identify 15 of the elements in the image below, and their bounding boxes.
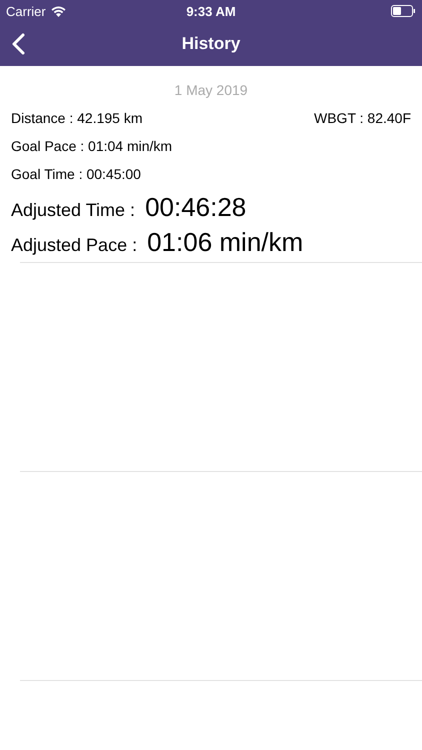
adjusted-time-label: Adjusted Time : — [11, 200, 136, 221]
chevron-left-icon — [12, 33, 25, 55]
adjusted-pace-value: 01:06 min/km — [147, 227, 304, 258]
goal-time-text: Goal Time : 00:45:00 — [11, 165, 141, 184]
wifi-icon — [50, 6, 66, 16]
distance-text: Distance : 42.195 km — [11, 109, 143, 128]
date-label: 1 May 2019 — [173, 81, 249, 100]
adjusted-pace-label: Adjusted Pace : — [11, 235, 138, 256]
screen-title: History — [182, 34, 240, 54]
wbgt-text: WBGT : 82.40F — [314, 109, 411, 128]
carrier-label: Carrier — [6, 4, 46, 18]
adjusted-time-value: 00:46:28 — [145, 192, 246, 223]
battery-icon — [391, 5, 416, 17]
goal-pace-text: Goal Pace : 01:04 min/km — [11, 137, 172, 156]
clock-time: 9:33 AM — [186, 4, 236, 18]
